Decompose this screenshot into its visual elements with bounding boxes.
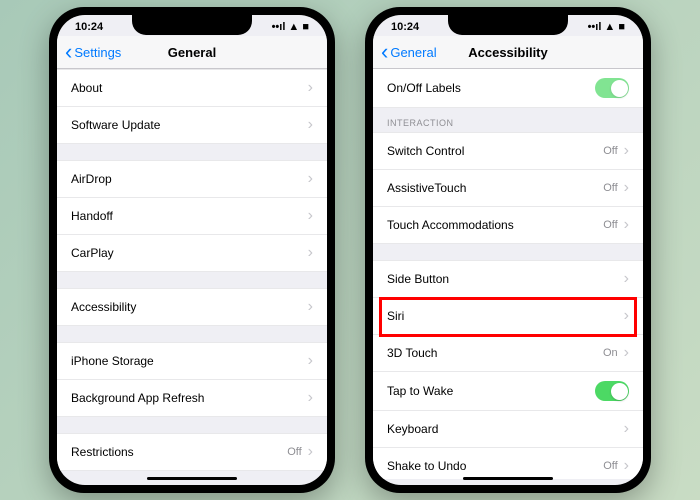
section-gap bbox=[57, 144, 327, 160]
row-value: Off bbox=[287, 443, 313, 461]
row-value: Off bbox=[603, 142, 629, 160]
status-icons: ••ıl ▲ ■ bbox=[585, 21, 625, 33]
status-time: 10:24 bbox=[391, 21, 419, 33]
navbar-left: Settings General bbox=[57, 36, 327, 69]
section-gap bbox=[373, 244, 643, 260]
settings-row[interactable]: Siri bbox=[373, 298, 643, 335]
row-label: Software Update bbox=[71, 118, 160, 132]
toggle-switch[interactable] bbox=[595, 381, 629, 401]
settings-row[interactable]: Switch Control Off bbox=[373, 132, 643, 170]
row-value bbox=[302, 79, 313, 97]
row-label: About bbox=[71, 81, 102, 95]
status-icons: ••ıl ▲ ■ bbox=[269, 21, 309, 33]
section-gap bbox=[57, 326, 327, 342]
navbar-right: General Accessibility bbox=[373, 36, 643, 69]
back-button-settings[interactable]: Settings bbox=[65, 39, 121, 65]
row-value bbox=[302, 352, 313, 370]
row-label: iPhone Storage bbox=[71, 354, 154, 368]
row-value bbox=[302, 170, 313, 188]
row-label: Keyboard bbox=[387, 422, 438, 436]
row-label: AirDrop bbox=[71, 172, 112, 186]
settings-row[interactable]: Side Button bbox=[373, 260, 643, 298]
row-value bbox=[302, 244, 313, 262]
settings-row[interactable]: Restrictions Off bbox=[57, 433, 327, 471]
section-gap bbox=[57, 272, 327, 288]
settings-row[interactable]: About bbox=[57, 69, 327, 107]
settings-row[interactable]: Keyboard bbox=[373, 411, 643, 448]
screen-left: 10:24 ••ıl ▲ ■ Settings General About Sof… bbox=[57, 15, 327, 485]
settings-row[interactable]: Handoff bbox=[57, 198, 327, 235]
section-gap bbox=[57, 417, 327, 433]
settings-row[interactable]: Background App Refresh bbox=[57, 380, 327, 417]
settings-row[interactable]: 3D Touch On bbox=[373, 335, 643, 372]
row-value: Off bbox=[603, 179, 629, 197]
page-title-accessibility: Accessibility bbox=[468, 45, 548, 60]
row-label: Switch Control bbox=[387, 144, 464, 158]
toggle-switch[interactable] bbox=[595, 78, 629, 98]
row-label: On/Off Labels bbox=[387, 81, 461, 95]
back-button-general[interactable]: General bbox=[381, 39, 437, 65]
row-value: Off bbox=[603, 216, 629, 234]
row-label: Background App Refresh bbox=[71, 391, 204, 405]
settings-row[interactable]: CarPlay bbox=[57, 235, 327, 272]
row-value bbox=[618, 270, 629, 288]
settings-row[interactable]: Software Update bbox=[57, 107, 327, 144]
section-header: INTERACTION bbox=[373, 108, 643, 132]
row-label: Touch Accommodations bbox=[387, 218, 514, 232]
status-time: 10:24 bbox=[75, 21, 103, 33]
settings-row[interactable]: AssistiveTouch Off bbox=[373, 170, 643, 207]
phone-left: 10:24 ••ıl ▲ ■ Settings General About Sof… bbox=[49, 7, 335, 493]
row-value: On bbox=[603, 344, 629, 362]
screen-right: 10:24 ••ıl ▲ ■ General Accessibility On/… bbox=[373, 15, 643, 485]
row-label: Siri bbox=[387, 309, 404, 323]
phone-right: 10:24 ••ıl ▲ ■ General Accessibility On/… bbox=[365, 7, 651, 493]
settings-row[interactable]: AirDrop bbox=[57, 160, 327, 198]
row-label: Handoff bbox=[71, 209, 113, 223]
row-label: Shake to Undo bbox=[387, 459, 466, 473]
content-left[interactable]: About Software Update AirDrop Handoff CarPla… bbox=[57, 69, 327, 479]
row-label: CarPlay bbox=[71, 246, 114, 260]
row-label: Side Button bbox=[387, 272, 449, 286]
row-value: Off bbox=[603, 457, 629, 475]
row-value bbox=[618, 307, 629, 325]
settings-row[interactable]: Accessibility bbox=[57, 288, 327, 326]
row-label: AssistiveTouch bbox=[387, 181, 466, 195]
settings-row[interactable]: Shake to Undo Off bbox=[373, 448, 643, 479]
row-value bbox=[618, 420, 629, 438]
row-value bbox=[302, 389, 313, 407]
home-indicator[interactable] bbox=[147, 477, 237, 480]
content-right[interactable]: On/Off Labels INTERACTION Switch Control Of… bbox=[373, 69, 643, 479]
settings-row[interactable]: iPhone Storage bbox=[57, 342, 327, 380]
page-title-general: General bbox=[168, 45, 216, 60]
row-label: Tap to Wake bbox=[387, 384, 453, 398]
notch bbox=[448, 15, 568, 35]
row-value bbox=[302, 116, 313, 134]
row-value bbox=[302, 298, 313, 316]
settings-row[interactable]: Tap to Wake bbox=[373, 372, 643, 411]
settings-row[interactable]: On/Off Labels bbox=[373, 69, 643, 108]
row-label: Accessibility bbox=[71, 300, 136, 314]
home-indicator[interactable] bbox=[463, 477, 553, 480]
notch bbox=[132, 15, 252, 35]
row-label: 3D Touch bbox=[387, 346, 437, 360]
row-value bbox=[302, 207, 313, 225]
settings-row[interactable]: Touch Accommodations Off bbox=[373, 207, 643, 244]
row-label: Restrictions bbox=[71, 445, 134, 459]
